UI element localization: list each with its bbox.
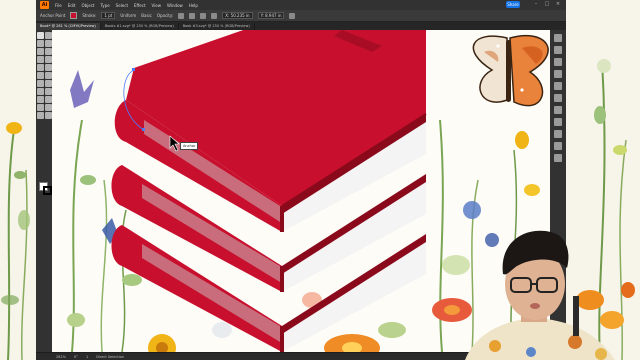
document-tabs: Book* @ 281 % (CMYK/Preview) Books #1.sv… xyxy=(36,22,566,30)
gradient-panel-icon[interactable] xyxy=(554,118,562,126)
libraries-icon[interactable] xyxy=(554,58,562,66)
menu-edit[interactable]: Edit xyxy=(68,3,76,8)
zoom-tool-icon[interactable] xyxy=(45,112,52,119)
menu-view[interactable]: View xyxy=(152,3,162,8)
brushes-icon[interactable] xyxy=(554,82,562,90)
uniform-profile[interactable]: Uniform xyxy=(120,13,136,18)
curvature-tool-icon[interactable] xyxy=(45,40,52,47)
shape-tool-icon[interactable] xyxy=(37,56,44,63)
rotate-tool-icon[interactable] xyxy=(37,72,44,79)
align-left-icon[interactable] xyxy=(178,12,185,19)
y-coordinate-field[interactable]: Y: 8.947 in xyxy=(257,12,285,19)
swatches-icon[interactable] xyxy=(554,70,562,78)
opacity-label: Opacity: xyxy=(156,13,174,18)
tab-document-1[interactable]: Book* @ 281 % (CMYK/Preview) xyxy=(36,23,101,30)
shape-builder-tool-icon[interactable] xyxy=(37,88,44,95)
anchor-tooltip: Anchor xyxy=(180,142,199,150)
artboard-number[interactable]: 1 xyxy=(86,355,88,359)
graphic-styles-icon[interactable] xyxy=(554,154,562,162)
close-button[interactable]: × xyxy=(554,1,562,8)
selection-type-label: Anchor Point xyxy=(40,13,66,18)
stroke-color-swatch[interactable] xyxy=(43,186,52,195)
current-tool-label: Direct Selection xyxy=(96,354,124,359)
align-right-icon[interactable] xyxy=(200,12,207,19)
artboard-tool-icon[interactable] xyxy=(37,104,44,111)
transform-icon[interactable] xyxy=(289,12,296,19)
distribute-icon[interactable] xyxy=(211,12,218,19)
minimize-button[interactable]: – xyxy=(532,1,540,8)
stroke-panel-icon[interactable] xyxy=(554,106,562,114)
tab-document-2[interactable]: Books #1.svg* @ 250 % (RGB/Preview) xyxy=(101,23,179,30)
symbols-icon[interactable] xyxy=(554,94,562,102)
selection-tool-icon[interactable] xyxy=(37,32,44,39)
line-tool-icon[interactable] xyxy=(45,48,52,55)
eyedropper-tool-icon[interactable] xyxy=(37,96,44,103)
type-tool-icon[interactable] xyxy=(37,48,44,55)
properties-icon[interactable] xyxy=(554,34,562,42)
tools-panel xyxy=(36,30,52,352)
layers-icon[interactable] xyxy=(554,46,562,54)
zoom-level[interactable]: 281% xyxy=(56,355,66,359)
menu-window[interactable]: Window xyxy=(167,3,183,8)
illustrator-logo: Ai xyxy=(40,1,49,9)
menu-select[interactable]: Select xyxy=(116,3,128,8)
width-tool-icon[interactable] xyxy=(37,80,44,87)
maximize-button[interactable]: □ xyxy=(543,1,551,8)
tab-document-3[interactable]: Book #3.svg* @ 250 % (RGB/Preview) xyxy=(179,23,255,30)
eraser-tool-icon[interactable] xyxy=(45,64,52,71)
stroke-weight-field[interactable]: 1 pt xyxy=(101,12,116,19)
direct-selection-tool-icon[interactable] xyxy=(45,32,52,39)
scale-tool-icon[interactable] xyxy=(45,72,52,79)
fill-swatch[interactable] xyxy=(70,12,78,19)
menu-bar: Ai File Edit Object Type Select Effect V… xyxy=(36,0,566,10)
menu-object[interactable]: Object xyxy=(81,3,94,8)
free-transform-tool-icon[interactable] xyxy=(45,80,52,87)
basic-brush[interactable]: Basic xyxy=(141,13,152,18)
menu-file[interactable]: File xyxy=(55,3,62,8)
control-bar: Anchor Point Stroke: 1 pt Uniform Basic … xyxy=(36,10,566,22)
hand-tool-icon[interactable] xyxy=(37,112,44,119)
menu-effect[interactable]: Effect xyxy=(134,3,146,8)
appearance-icon[interactable] xyxy=(554,142,562,150)
brush-tool-icon[interactable] xyxy=(45,56,52,63)
transparency-icon[interactable] xyxy=(554,130,562,138)
x-coordinate-field[interactable]: X: 50.235 in xyxy=(222,12,253,19)
menu-help[interactable]: Help xyxy=(189,3,198,8)
slice-tool-icon[interactable] xyxy=(45,104,52,111)
pen-tool-icon[interactable] xyxy=(37,40,44,47)
rotation-value[interactable]: 0° xyxy=(74,355,78,359)
webcam-overlay xyxy=(465,230,615,360)
blend-tool-icon[interactable] xyxy=(45,96,52,103)
align-center-icon[interactable] xyxy=(189,12,196,19)
share-button[interactable]: Share xyxy=(506,1,520,8)
stroke-label: Stroke: xyxy=(82,13,97,18)
gradient-tool-icon[interactable] xyxy=(45,88,52,95)
menu-type[interactable]: Type xyxy=(100,3,109,8)
pencil-tool-icon[interactable] xyxy=(37,64,44,71)
